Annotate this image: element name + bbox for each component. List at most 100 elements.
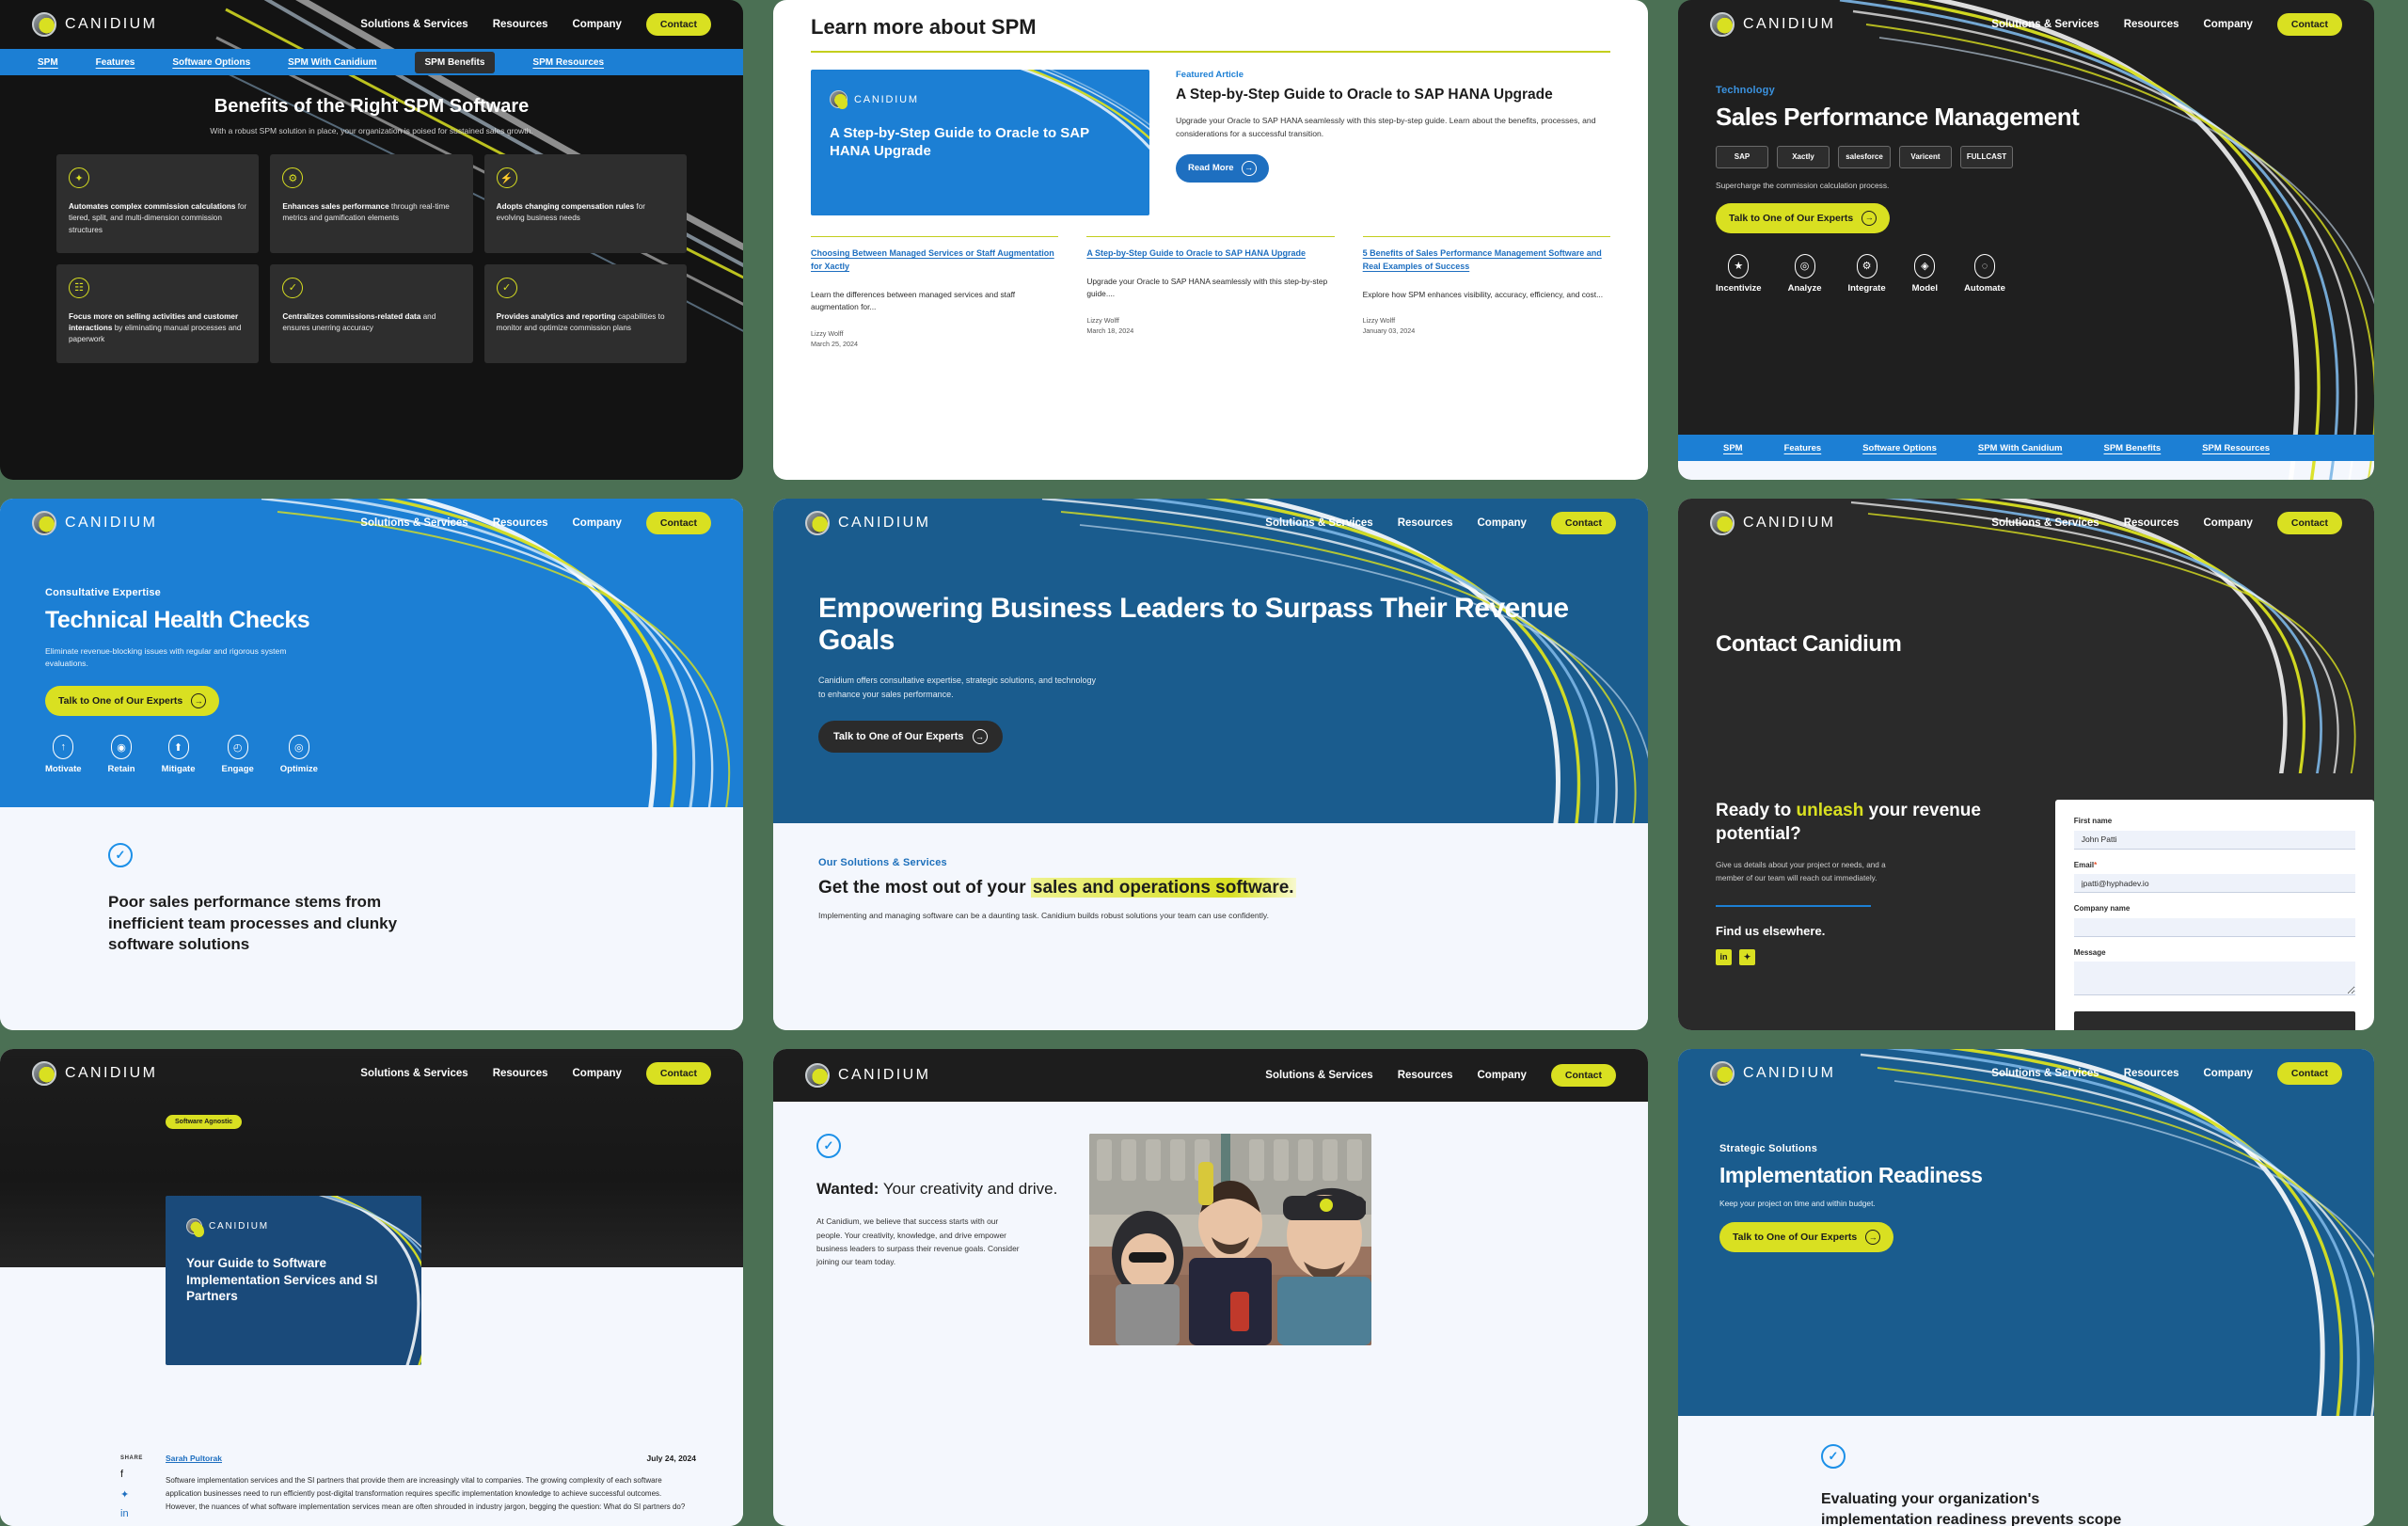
nav-item-resources[interactable]: Resources [1398,517,1453,529]
nav-item-company[interactable]: Company [1478,1070,1527,1081]
linkedin-icon[interactable]: in [120,1508,133,1520]
contact-button[interactable]: Contact [1550,1064,1616,1087]
logo-wordmark: CANIDIUM [209,1221,269,1232]
talk-to-expert-button[interactable]: Talk to One of Our Experts → [818,721,1003,754]
linkedin-icon[interactable]: in [1716,948,1732,965]
nav-item-solutions[interactable]: Solutions & Services [1991,19,2099,30]
facebook-icon[interactable]: f [120,1469,133,1481]
canidium-logo-icon [1710,12,1735,37]
nav-item-solutions[interactable]: Solutions & Services [1991,1068,2099,1079]
nav-item-company[interactable]: Company [2204,1068,2253,1079]
talk-to-expert-button[interactable]: Talk to One of Our Experts → [1719,1222,1894,1253]
nav-item-company[interactable]: Company [2204,517,2253,529]
featured-article-copy: Featured Article A Step-by-Step Guide to… [1176,70,1610,215]
nav-item-company[interactable]: Company [573,19,622,30]
cta-label: Talk to One of Our Experts [1729,212,1854,224]
nav-item-resources[interactable]: Resources [493,517,548,529]
subnav-features[interactable]: Features [1784,443,1822,453]
subnav-software-options[interactable]: Software Options [1862,443,1937,453]
mitigate-icon: ⬆ [167,735,189,759]
logo[interactable]: CANIDIUM [805,511,930,535]
logo[interactable]: CANIDIUM [32,12,157,37]
logo[interactable]: CANIDIUM [805,1063,930,1088]
feature-automate: ◌ Automate [1964,253,2005,294]
submit-button[interactable] [2073,1010,2355,1030]
article-thumbnail[interactable]: CANIDIUM A Step-by-Step Guide to Oracle … [811,70,1149,215]
subnav-spm-resources[interactable]: SPM Resources [2202,443,2270,453]
contact-button[interactable]: Contact [2276,1062,2342,1085]
nav-item-resources[interactable]: Resources [2124,1068,2179,1079]
nav-item-solutions[interactable]: Solutions & Services [360,517,467,529]
first-name-label: First name [2073,817,2113,825]
read-more-button[interactable]: Read More → [1176,153,1269,183]
post-author[interactable]: Sarah Pultorak [166,1454,222,1463]
site-header: CANIDIUM Solutions & Services Resources … [773,499,1648,548]
thumbnail-logo: CANIDIUM [830,90,1131,109]
talk-to-expert-button[interactable]: Talk to One of Our Experts → [45,686,220,716]
nav-item-company[interactable]: Company [1478,517,1527,529]
contact-button[interactable]: Contact [645,1062,711,1085]
subnav-spm[interactable]: SPM [38,57,58,68]
network-icon: ✦ [69,167,89,188]
logo[interactable]: CANIDIUM [1710,511,1835,535]
panel1-hero: Benefits of the Right SPM Software With … [0,75,743,135]
message-label: Message [2073,947,2106,957]
logo[interactable]: CANIDIUM [1710,1061,1835,1086]
section-heading-plain: Get the most out of your [818,878,1031,898]
twitter-icon[interactable]: ✦ [120,1488,133,1501]
subnav-spm-resources[interactable]: SPM Resources [532,57,604,68]
feature-label: Integrate [1847,282,1886,294]
main-nav: Solutions & Services Resources Company C… [1265,1064,1616,1087]
panel6-hero: CANIDIUM Solutions & Services Resources … [1678,499,2374,773]
contact-button[interactable]: Contact [645,13,711,36]
article-link[interactable]: Choosing Between Managed Services or Sta… [811,247,1058,274]
feature-label: Motivate [45,764,82,774]
nav-item-solutions[interactable]: Solutions & Services [360,1068,467,1079]
check-circle-icon: ✓ [816,1134,841,1158]
subnav-software-options[interactable]: Software Options [172,57,250,68]
nav-item-resources[interactable]: Resources [493,19,548,30]
logo[interactable]: CANIDIUM [1710,12,1835,37]
email-input[interactable] [2073,874,2355,893]
subnav-spm-with-canidium[interactable]: SPM With Canidium [288,57,376,68]
category-badge[interactable]: Software Agnostic [166,1115,243,1129]
twitter-icon[interactable]: ✦ [1739,948,1755,965]
talk-to-expert-button[interactable]: Talk to One of Our Experts → [1716,202,1891,233]
subnav-spm-with-canidium[interactable]: SPM With Canidium [1978,443,2063,453]
contact-button[interactable]: Contact [2276,13,2342,36]
subnav-features[interactable]: Features [96,57,135,68]
first-name-input[interactable] [2073,830,2355,850]
article-link[interactable]: A Step-by-Step Guide to Oracle to SAP HA… [1086,247,1334,261]
panel-careers: CANIDIUM Solutions & Services Resources … [773,1049,1648,1526]
nav-item-company[interactable]: Company [573,1068,622,1079]
subnav-spm[interactable]: SPM [1723,443,1743,453]
contact-button[interactable]: Contact [645,512,711,534]
panel8-body: ✓ Wanted: Your creativity and drive. At … [773,1102,1648,1345]
nav-item-resources[interactable]: Resources [2124,19,2179,30]
nav-item-solutions[interactable]: Solutions & Services [360,19,467,30]
panel-technical-health-checks: CANIDIUM Solutions & Services Resources … [0,499,743,1030]
nav-item-solutions[interactable]: Solutions & Services [1991,517,2099,529]
benefit-card: ✓ Provides analytics and reporting capab… [483,263,687,363]
nav-item-company[interactable]: Company [573,517,622,529]
nav-item-company[interactable]: Company [2204,19,2253,30]
nav-item-resources[interactable]: Resources [1398,1070,1453,1081]
page-bottom-strip [1678,461,2374,480]
nav-item-solutions[interactable]: Solutions & Services [1265,1070,1372,1081]
article-date: March 18, 2024 [1086,326,1134,335]
panel6-contact-section: Ready to unleash your revenue potential?… [1678,773,2374,1030]
nav-item-resources[interactable]: Resources [2124,517,2179,529]
contact-button[interactable]: Contact [2276,512,2342,534]
feature-engage: ◴ Engage [221,735,254,774]
company-input[interactable] [2073,917,2355,937]
subnav-spm-benefits[interactable]: SPM Benefits [2104,443,2162,453]
logo[interactable]: CANIDIUM [32,511,157,535]
article-link[interactable]: 5 Benefits of Sales Performance Manageme… [1363,247,1610,274]
nav-item-solutions[interactable]: Solutions & Services [1265,517,1372,529]
subnav-spm-benefits[interactable]: SPM Benefits [414,51,496,73]
contact-button[interactable]: Contact [1550,512,1616,534]
logo[interactable]: CANIDIUM [32,1061,157,1086]
message-textarea[interactable] [2073,961,2355,995]
site-header: CANIDIUM Solutions & Services Resources … [1678,1049,2374,1098]
nav-item-resources[interactable]: Resources [493,1068,548,1079]
